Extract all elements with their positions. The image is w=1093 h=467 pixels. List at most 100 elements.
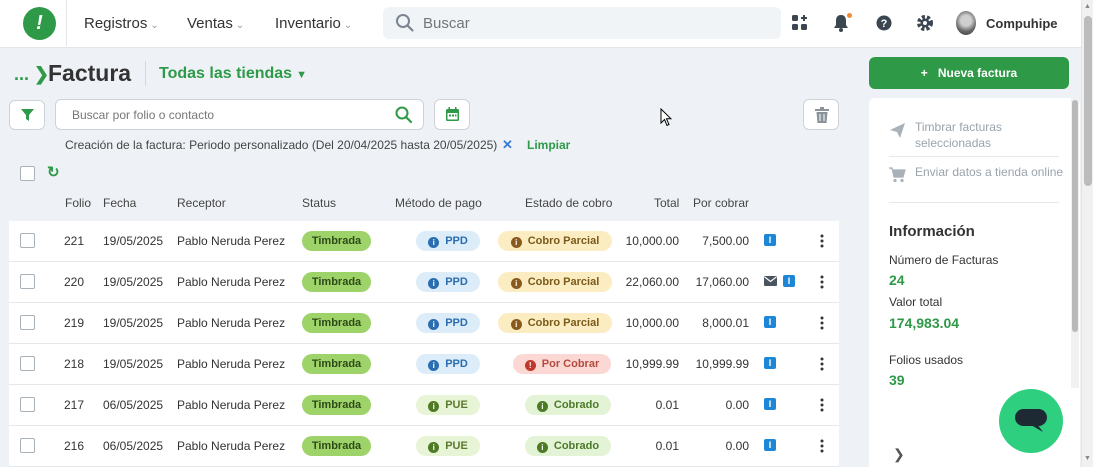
col-receptor[interactable]: Receptor — [177, 196, 226, 210]
cell-fecha: 06/05/2025 — [103, 439, 164, 453]
cell-fecha: 06/05/2025 — [103, 398, 164, 412]
app-logo[interactable]: ! — [23, 7, 56, 40]
invoice-info-icon[interactable]: I — [764, 439, 776, 451]
stamp-invoices-action[interactable]: Timbrar facturas seleccionadas — [889, 119, 1059, 151]
row-checkbox[interactable] — [20, 315, 35, 330]
chat-button[interactable] — [999, 389, 1063, 453]
row-checkbox[interactable] — [20, 356, 35, 371]
row-checkbox[interactable] — [20, 233, 35, 248]
panel-scrollbar-thumb[interactable] — [1072, 100, 1078, 332]
info-icon: i — [428, 401, 440, 412]
cell-folio: 219 — [64, 316, 85, 330]
table-row[interactable]: 217 06/05/2025 Pablo Neruda Perez Timbra… — [9, 385, 839, 426]
info-icon: i — [510, 319, 522, 330]
breadcrumb-ellipsis: ... — [14, 64, 30, 84]
filter-button[interactable] — [9, 100, 45, 130]
invoice-info-icon[interactable]: I — [764, 398, 776, 410]
avatar[interactable] — [956, 11, 976, 35]
user-name[interactable]: Compuhipe — [986, 16, 1058, 31]
panel-scrollbar[interactable] — [1071, 98, 1079, 388]
search-icon — [396, 14, 414, 32]
calendar-button[interactable] — [434, 99, 470, 130]
table-row[interactable]: 218 19/05/2025 Pablo Neruda Perez Timbra… — [9, 344, 839, 385]
col-por-cobrar[interactable]: Por cobrar — [693, 196, 749, 210]
invoice-info-icon[interactable]: I — [783, 275, 795, 287]
apps-icon[interactable] — [790, 13, 810, 33]
payment-method-label: PUE — [445, 440, 468, 452]
kebab-menu-icon[interactable] — [819, 397, 825, 413]
kebab-menu-icon[interactable] — [819, 438, 825, 454]
title-divider — [145, 61, 146, 86]
collection-status-badge: i Cobro Parcial — [498, 313, 612, 333]
clear-filters-link[interactable]: Limpiar — [527, 138, 570, 152]
global-search[interactable] — [383, 7, 781, 39]
cell-receptor: Pablo Neruda Perez — [177, 316, 286, 330]
kebab-menu-icon[interactable] — [819, 274, 825, 290]
info-icon: i — [428, 278, 440, 289]
status-badge: Timbrada — [302, 395, 371, 415]
search-icon[interactable] — [395, 106, 413, 124]
col-fecha[interactable]: Fecha — [103, 196, 136, 210]
global-search-input[interactable] — [423, 11, 763, 35]
folio-search[interactable] — [55, 99, 424, 130]
invoice-info-icon[interactable]: I — [764, 357, 776, 369]
row-checkbox[interactable] — [20, 274, 35, 289]
col-estado[interactable]: Estado de cobro — [525, 196, 612, 210]
table-row[interactable]: 219 19/05/2025 Pablo Neruda Perez Timbra… — [9, 303, 839, 344]
row-checkbox[interactable] — [20, 438, 35, 453]
info-icon: i — [536, 442, 548, 453]
kebab-menu-icon[interactable] — [819, 233, 825, 249]
invoice-count-value: 24 — [889, 272, 905, 288]
select-all-checkbox[interactable] — [20, 166, 35, 181]
cell-folio: 217 — [64, 398, 85, 412]
row-checkbox[interactable] — [20, 397, 35, 412]
cell-receptor: Pablo Neruda Perez — [177, 439, 286, 453]
nav-registros[interactable]: Registros ⌄ — [84, 15, 159, 32]
payment-method-label: PUE — [445, 399, 468, 411]
breadcrumb[interactable]: ... ❯ — [14, 64, 49, 85]
collection-status-label: Cobro Parcial — [527, 235, 600, 247]
info-icon: i — [428, 360, 440, 371]
table-row[interactable]: 220 19/05/2025 Pablo Neruda Perez Timbra… — [9, 262, 839, 303]
scroll-up-icon[interactable]: ▲ — [1084, 3, 1091, 10]
payment-method-badge: i PUE — [416, 395, 480, 415]
collection-status-label: Por Cobrar — [541, 358, 600, 370]
send-to-store-action[interactable]: Enviar datos a tienda online — [889, 164, 1063, 196]
invoice-info-icon[interactable]: I — [764, 316, 776, 328]
new-invoice-button[interactable]: + Nueva factura — [869, 57, 1069, 89]
help-icon[interactable]: ? — [874, 13, 894, 33]
status-badge: Timbrada — [302, 272, 371, 292]
payment-method-label: PPD — [445, 317, 468, 329]
nav-inventario[interactable]: Inventario ⌄ — [275, 15, 352, 32]
cell-folio: 220 — [64, 275, 85, 289]
invoice-count-label: Número de Facturas — [889, 253, 999, 267]
invoice-info-icon[interactable]: I — [764, 234, 776, 246]
folio-search-input[interactable] — [72, 106, 372, 124]
col-metodo[interactable]: Método de pago — [395, 196, 482, 210]
chevron-right-icon[interactable]: ❯ — [893, 446, 905, 463]
window-scrollbar-thumb[interactable] — [1084, 16, 1092, 186]
plus-icon: + — [920, 66, 928, 80]
chat-icon — [1015, 409, 1047, 432]
store-selector[interactable]: Todas las tiendas ▼ — [159, 65, 307, 83]
refresh-icon[interactable]: ↻ — [47, 163, 60, 181]
collection-status-label: Cobrado — [553, 440, 600, 452]
nav-ventas[interactable]: Ventas ⌄ — [187, 15, 244, 32]
delete-button[interactable] — [803, 99, 839, 130]
clear-filter-icon[interactable]: ✕ — [502, 137, 513, 153]
window-scrollbar[interactable]: ▲ ▼ — [1081, 0, 1093, 467]
mouse-cursor-icon — [660, 108, 672, 127]
mail-icon[interactable] — [764, 276, 777, 286]
info-icon: i — [536, 401, 548, 412]
col-status[interactable]: Status — [302, 196, 336, 210]
col-total[interactable]: Total — [654, 196, 679, 210]
gear-icon[interactable] — [915, 13, 935, 33]
collection-status-badge: i Cobro Parcial — [498, 231, 612, 251]
table-row[interactable]: 221 19/05/2025 Pablo Neruda Perez Timbra… — [9, 221, 839, 262]
scroll-down-icon[interactable]: ▼ — [1084, 455, 1091, 462]
col-folio[interactable]: Folio — [65, 196, 91, 210]
table-row[interactable]: 216 06/05/2025 Pablo Neruda Perez Timbra… — [9, 426, 839, 467]
info-icon: i — [428, 442, 440, 453]
kebab-menu-icon[interactable] — [819, 356, 825, 372]
kebab-menu-icon[interactable] — [819, 315, 825, 331]
